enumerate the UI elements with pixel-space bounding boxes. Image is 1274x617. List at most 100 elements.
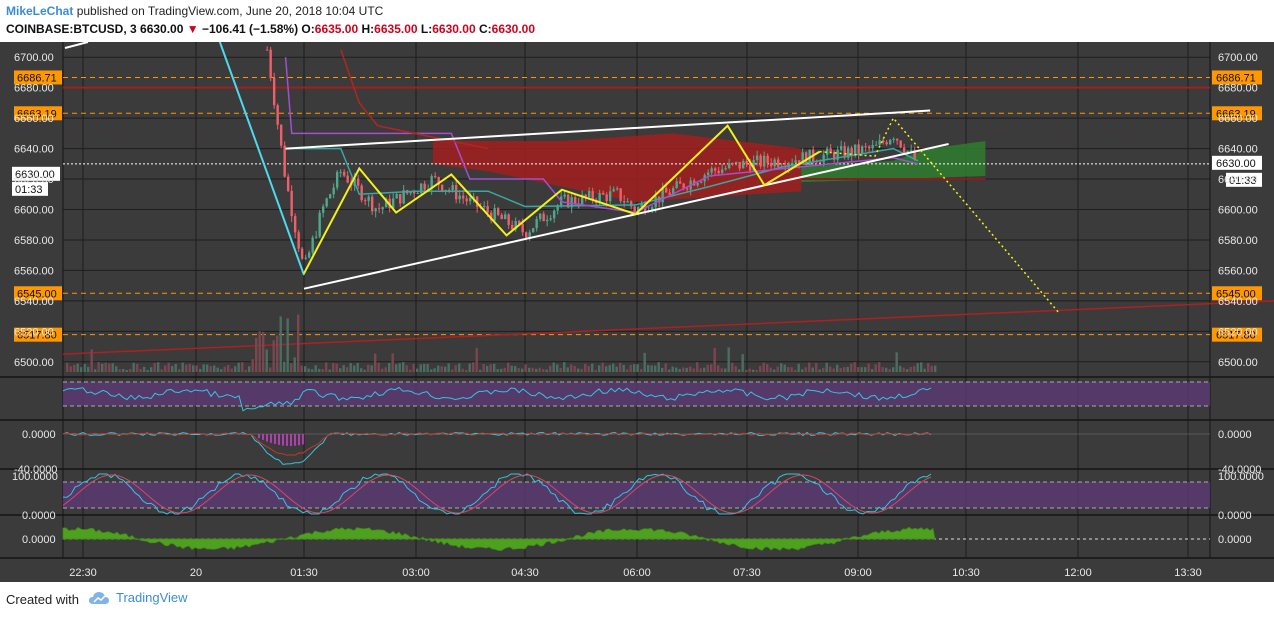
volume-bar bbox=[122, 368, 125, 372]
candle-body bbox=[549, 218, 552, 220]
right-price-tick: 6700.00 bbox=[1218, 52, 1258, 64]
volume-bar bbox=[769, 367, 772, 372]
volume-bar bbox=[468, 363, 471, 372]
volume-bar bbox=[423, 364, 426, 372]
volume-bar bbox=[549, 365, 552, 372]
volume-bar bbox=[664, 363, 667, 372]
volume-bar bbox=[209, 365, 212, 372]
volume-bar bbox=[853, 362, 856, 372]
candle-body bbox=[626, 201, 629, 203]
volume-bar bbox=[370, 365, 373, 372]
panel4-low-left: 0.0000 bbox=[22, 510, 56, 522]
volume-bar bbox=[353, 365, 356, 372]
candle-body bbox=[822, 154, 825, 163]
volume-bar bbox=[433, 368, 436, 372]
volume-bar bbox=[258, 331, 261, 372]
panel4-low-right: 0.0000 bbox=[1218, 510, 1252, 522]
volume-bar bbox=[710, 364, 713, 372]
volume-bar bbox=[598, 365, 601, 372]
candle-body bbox=[286, 176, 290, 191]
volume-bar bbox=[696, 362, 699, 372]
candle-body bbox=[724, 168, 727, 170]
right-price-tick: 6640.00 bbox=[1218, 144, 1258, 156]
volume-bar bbox=[447, 363, 450, 372]
candle-body bbox=[885, 142, 888, 145]
open-value: 6635.00 bbox=[314, 22, 359, 36]
left-price-tick: 6700.00 bbox=[14, 52, 54, 64]
volume-bar bbox=[227, 365, 230, 372]
volume-bar bbox=[199, 368, 202, 372]
volume-bar bbox=[521, 368, 524, 372]
author-name[interactable]: MikeLeChat bbox=[6, 4, 73, 18]
candle-body bbox=[356, 178, 360, 186]
volume-bar bbox=[755, 369, 758, 372]
candle-body bbox=[503, 214, 507, 220]
volume-bar bbox=[636, 364, 639, 372]
volume-bar bbox=[94, 369, 97, 372]
candle-body bbox=[318, 212, 321, 237]
candle-body bbox=[895, 138, 899, 141]
candle-body bbox=[545, 219, 549, 222]
volume-bar bbox=[566, 367, 569, 372]
volume-bar bbox=[297, 314, 300, 372]
candle-body bbox=[706, 172, 710, 176]
candle-body bbox=[283, 145, 286, 177]
volume-bar bbox=[496, 369, 499, 372]
volume-bar bbox=[927, 363, 930, 372]
candle-body bbox=[864, 146, 867, 148]
volume-bar bbox=[125, 369, 128, 372]
volume-bar bbox=[517, 368, 520, 372]
oscillator-area bbox=[62, 526, 936, 552]
volume-bar bbox=[493, 363, 496, 372]
volume-bar bbox=[360, 368, 363, 372]
volume-bar bbox=[895, 352, 898, 372]
chart-canvas[interactable]: 6686.71 6686.716663.19 6663.196545.00 6545.… bbox=[0, 36, 1274, 582]
volume-bar bbox=[717, 365, 720, 372]
tradingview-link[interactable]: TradingView bbox=[88, 590, 188, 605]
volume-bar bbox=[906, 369, 909, 372]
volume-bar bbox=[559, 368, 562, 372]
volume-bar bbox=[587, 365, 590, 372]
volume-bar bbox=[104, 362, 107, 372]
candle-body bbox=[839, 146, 843, 150]
volume-bar bbox=[83, 363, 86, 372]
left-price-tick: 6560.00 bbox=[14, 265, 54, 277]
volume-bar bbox=[111, 363, 114, 372]
candle-body bbox=[773, 159, 776, 167]
volume-bar bbox=[167, 362, 170, 372]
candle-body bbox=[538, 213, 542, 220]
volume-bar bbox=[164, 365, 167, 372]
volume-bar bbox=[843, 367, 846, 372]
candle-body bbox=[458, 195, 461, 200]
candle-body bbox=[381, 207, 384, 210]
candle-body bbox=[363, 200, 367, 202]
volume-bar bbox=[244, 369, 247, 372]
candle-body bbox=[745, 160, 748, 164]
candle-body bbox=[622, 201, 626, 203]
candle-body bbox=[304, 257, 307, 259]
volume-bar bbox=[332, 363, 335, 372]
volume-bar bbox=[416, 368, 419, 372]
volume-bar bbox=[66, 362, 69, 372]
candle-body bbox=[878, 140, 881, 145]
volume-bar bbox=[797, 363, 800, 372]
candle-body bbox=[486, 206, 489, 213]
candle-body bbox=[874, 144, 878, 146]
volume-bar bbox=[458, 363, 461, 372]
candle-body bbox=[293, 216, 297, 233]
candle-body bbox=[794, 160, 797, 164]
candle-body bbox=[678, 181, 682, 184]
volume-bar bbox=[892, 367, 895, 372]
chart-area[interactable]: 6686.71 6686.71 6663.19 6663.19 6545.00 6545.… bbox=[0, 36, 1274, 582]
volume-bar bbox=[580, 368, 583, 372]
volume-bar bbox=[97, 362, 100, 372]
candle-body bbox=[500, 214, 503, 220]
volume-bar bbox=[503, 367, 506, 372]
volume-bar bbox=[181, 362, 184, 372]
volume-bar bbox=[486, 365, 489, 372]
candle-body bbox=[871, 145, 874, 149]
left-price-tick: 6540.00 bbox=[14, 296, 54, 308]
volume-bar bbox=[202, 364, 205, 372]
volume-bar bbox=[430, 369, 433, 372]
volume-bar bbox=[622, 364, 625, 372]
